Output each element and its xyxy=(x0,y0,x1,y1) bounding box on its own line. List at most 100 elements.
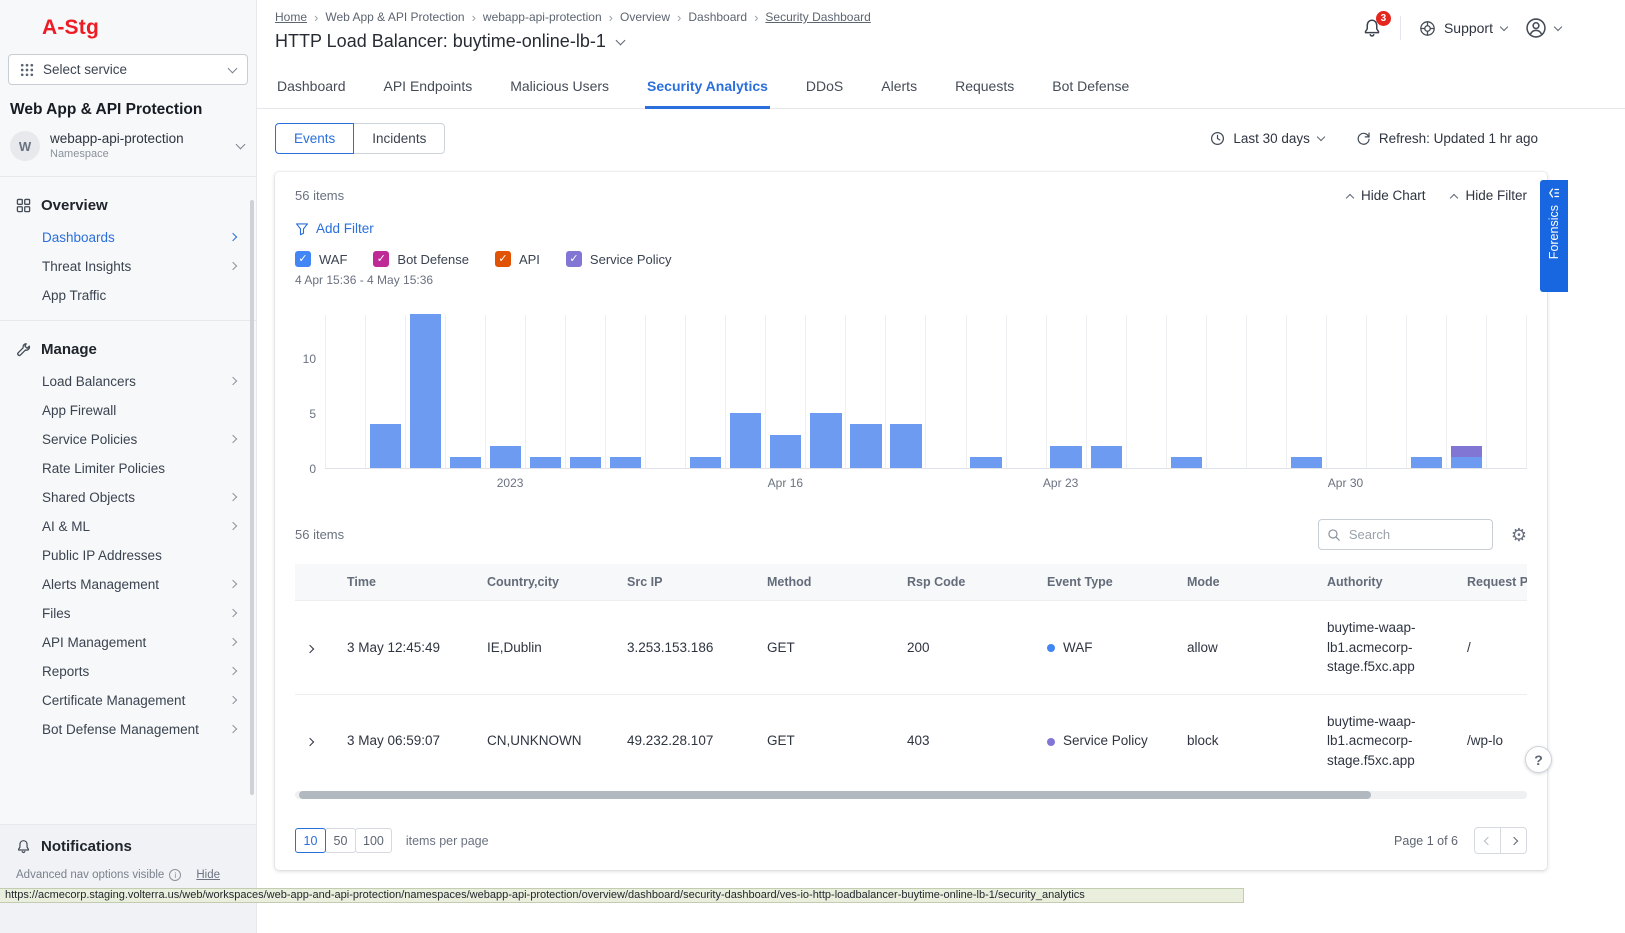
hide-chart-button[interactable]: Hide Chart xyxy=(1347,188,1426,203)
sidebar-item-ai-ml[interactable]: AI & ML xyxy=(0,512,256,541)
incidents-toggle-button[interactable]: Incidents xyxy=(353,123,445,154)
add-filter-button[interactable]: Add Filter xyxy=(295,221,1527,236)
sidebar-item-files[interactable]: Files xyxy=(0,599,256,628)
sidebar-item-load-balancers[interactable]: Load Balancers xyxy=(0,367,256,396)
sidebar-item-shared-objects[interactable]: Shared Objects xyxy=(0,483,256,512)
account-menu[interactable] xyxy=(1525,17,1561,39)
column-header-request-pa[interactable]: Request Pa xyxy=(1455,564,1527,601)
sidebar-item-app-traffic[interactable]: App Traffic xyxy=(0,281,256,310)
namespace-selector[interactable]: W webapp-api-protection Namespace xyxy=(0,125,256,176)
filter-checkbox-waf[interactable]: ✓WAF xyxy=(295,251,347,267)
chart-bar-waf[interactable] xyxy=(970,457,1001,468)
chart-bar-waf[interactable] xyxy=(1171,457,1202,468)
filter-checkbox-api[interactable]: ✓API xyxy=(495,251,540,267)
filter-checkbox-bot-defense[interactable]: ✓Bot Defense xyxy=(373,251,469,267)
chart-bar-waf[interactable] xyxy=(1291,457,1322,468)
tab-malicious-users[interactable]: Malicious Users xyxy=(508,70,611,109)
chart-bar-waf[interactable] xyxy=(610,457,641,468)
sidebar-section-manage[interactable]: Manage xyxy=(0,331,256,367)
column-header-mode[interactable]: Mode xyxy=(1175,564,1315,601)
row-expand-toggle[interactable] xyxy=(295,694,335,787)
column-header-time[interactable]: Time xyxy=(335,564,475,601)
chevron-right-icon xyxy=(306,644,314,652)
chart-bar-waf[interactable] xyxy=(1050,446,1081,468)
notifications-bell-button[interactable]: 3 xyxy=(1362,18,1382,38)
sidebar-item-dashboards[interactable]: Dashboards xyxy=(0,223,256,252)
sidebar-item-app-firewall[interactable]: App Firewall xyxy=(0,396,256,425)
column-header-rsp-code[interactable]: Rsp Code xyxy=(895,564,1035,601)
column-header-method[interactable]: Method xyxy=(755,564,895,601)
chart-bar-waf[interactable] xyxy=(370,424,401,468)
sidebar-section-overview[interactable]: Overview xyxy=(0,187,256,223)
page-title: HTTP Load Balancer: buytime-online-lb-1 xyxy=(275,31,606,52)
service-select[interactable]: Select service xyxy=(8,54,248,85)
chart-bar-service-policy[interactable] xyxy=(1451,446,1482,457)
chart-bar-waf[interactable] xyxy=(570,457,601,468)
search-input[interactable] xyxy=(1318,519,1493,550)
sidebar-item-public-ip-addresses[interactable]: Public IP Addresses xyxy=(0,541,256,570)
chart-bar-waf[interactable] xyxy=(1411,457,1442,468)
tab-bot-defense[interactable]: Bot Defense xyxy=(1050,70,1131,109)
chart-bar-waf[interactable] xyxy=(1091,446,1122,468)
hide-nav-link[interactable]: Hide xyxy=(196,869,220,881)
chart-bar-waf[interactable] xyxy=(810,413,841,468)
tab-alerts[interactable]: Alerts xyxy=(879,70,919,109)
refresh-button[interactable]: Refresh: Updated 1 hr ago xyxy=(1356,131,1538,146)
sidebar-scrollbar[interactable] xyxy=(250,200,254,795)
events-toggle-button[interactable]: Events xyxy=(275,123,354,154)
sidebar-item-certificate-management[interactable]: Certificate Management xyxy=(0,686,256,715)
table-body: 3 May 12:45:49IE,Dublin3.253.153.186GET2… xyxy=(295,601,1527,788)
sidebar-item-alerts-management[interactable]: Alerts Management xyxy=(0,570,256,599)
breadcrumb-item-security-dashboard[interactable]: Security Dashboard xyxy=(765,10,870,24)
row-expand-toggle[interactable] xyxy=(295,601,335,695)
page-size-100[interactable]: 100 xyxy=(355,828,392,853)
sidebar-item-threat-insights[interactable]: Threat Insights xyxy=(0,252,256,281)
sidebar-item-service-policies[interactable]: Service Policies xyxy=(0,425,256,454)
cell-time: 3 May 12:45:49 xyxy=(335,601,475,695)
horizontal-scrollbar[interactable] xyxy=(295,791,1527,799)
next-page-button[interactable] xyxy=(1500,827,1527,854)
chevron-right-icon xyxy=(229,377,237,385)
time-range-selector[interactable]: Last 30 days xyxy=(1210,131,1324,146)
tab-dashboard[interactable]: Dashboard xyxy=(275,70,348,109)
chart-bar-waf[interactable] xyxy=(450,457,481,468)
sidebar-notifications[interactable]: Notifications xyxy=(0,825,256,863)
prev-page-button[interactable] xyxy=(1474,827,1501,854)
sidebar-item-bot-defense-management[interactable]: Bot Defense Management xyxy=(0,715,256,744)
breadcrumb-item-dashboard[interactable]: Dashboard xyxy=(688,10,747,24)
chart-bar-waf[interactable] xyxy=(730,413,761,468)
sidebar-item-rate-limiter-policies[interactable]: Rate Limiter Policies xyxy=(0,454,256,483)
chart-bar-waf[interactable] xyxy=(530,457,561,468)
tab-api-endpoints[interactable]: API Endpoints xyxy=(382,70,475,109)
column-header-country-city[interactable]: Country,city xyxy=(475,564,615,601)
hide-filter-button[interactable]: Hide Filter xyxy=(1451,188,1527,203)
chart-bar-waf[interactable] xyxy=(850,424,881,468)
column-header-src-ip[interactable]: Src IP xyxy=(615,564,755,601)
tab-security-analytics[interactable]: Security Analytics xyxy=(645,70,770,109)
scrollbar-thumb[interactable] xyxy=(299,791,1371,799)
breadcrumb-item-web-app-api-protection[interactable]: Web App & API Protection xyxy=(325,10,464,24)
tab-ddos[interactable]: DDoS xyxy=(804,70,845,109)
tab-requests[interactable]: Requests xyxy=(953,70,1016,109)
breadcrumb-item-webapp-api-protection[interactable]: webapp-api-protection xyxy=(483,10,602,24)
filter-checkbox-service-policy[interactable]: ✓Service Policy xyxy=(566,251,672,267)
chart-bar-waf[interactable] xyxy=(690,457,721,468)
breadcrumb-item-home[interactable]: Home xyxy=(275,10,307,24)
chart-bar-waf[interactable] xyxy=(1451,457,1482,468)
column-header-authority[interactable]: Authority xyxy=(1315,564,1455,601)
table-settings-gear-icon[interactable]: ⚙ xyxy=(1511,526,1527,544)
chart-bar-waf[interactable] xyxy=(770,435,801,468)
sidebar-item-reports[interactable]: Reports xyxy=(0,657,256,686)
breadcrumb-item-overview[interactable]: Overview xyxy=(620,10,670,24)
column-header-event-type[interactable]: Event Type xyxy=(1035,564,1175,601)
chevron-down-icon[interactable] xyxy=(615,35,625,45)
help-button[interactable]: ? xyxy=(1525,746,1552,773)
forensics-tab[interactable]: Forensics xyxy=(1540,180,1568,292)
page-size-50[interactable]: 50 xyxy=(325,828,356,853)
support-menu[interactable]: Support xyxy=(1419,20,1507,37)
chart-bar-waf[interactable] xyxy=(890,424,921,468)
page-size-10[interactable]: 10 xyxy=(295,828,326,853)
sidebar-item-api-management[interactable]: API Management xyxy=(0,628,256,657)
chart-bar-waf[interactable] xyxy=(410,314,441,468)
chart-bar-waf[interactable] xyxy=(490,446,521,468)
